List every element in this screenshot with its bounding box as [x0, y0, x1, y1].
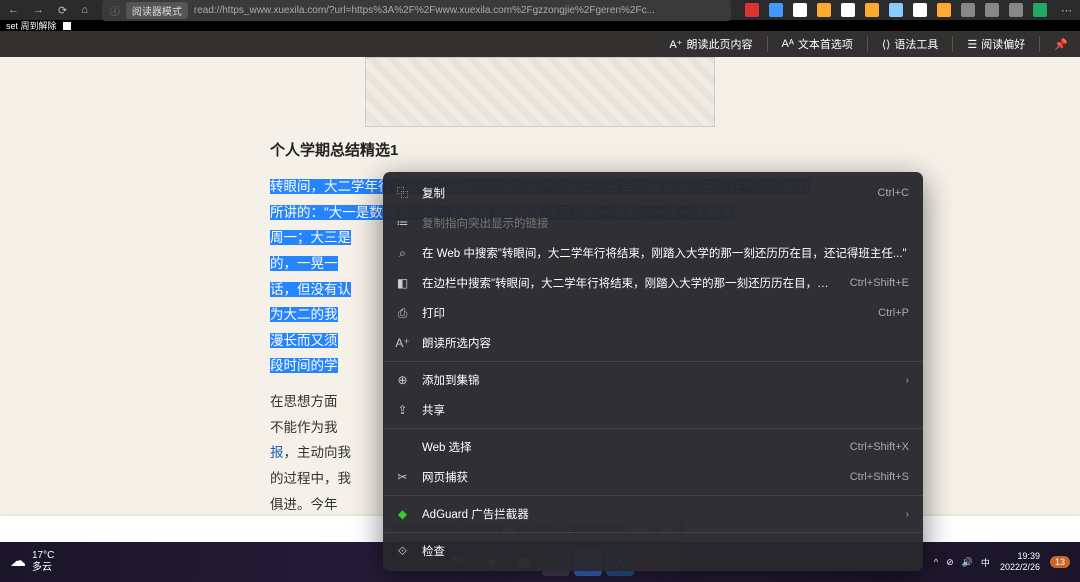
extension-icon[interactable]	[889, 3, 903, 17]
tray-icon[interactable]: ^	[934, 557, 938, 567]
forward-button[interactable]: →	[33, 4, 44, 16]
extension-icon[interactable]	[937, 3, 951, 17]
clock[interactable]: 19:392022/2/26	[1000, 551, 1040, 573]
context-menu-item: ≔复制指向突出显示的链接	[383, 208, 923, 238]
extension-icon[interactable]	[961, 3, 975, 17]
context-menu-item[interactable]: ⿻复制Ctrl+C	[383, 177, 923, 208]
cloud-icon: ☁	[10, 552, 26, 571]
reader-toolbar: A⁺朗读此页内容 Aᴬ文本首选项 ⟨⟩语法工具 ☰阅读偏好 📌	[0, 31, 1080, 57]
context-menu-item[interactable]: ◧在边栏中搜索"转眼间，大二学年行将结束，刚踏入大学的那一刻还历历在目，还记得班…	[383, 268, 923, 298]
extension-icon[interactable]	[745, 3, 759, 17]
reader-tool[interactable]: A⁺朗读此页内容	[669, 36, 752, 52]
article-heading: 个人学期总结精选1	[270, 139, 810, 160]
back-button[interactable]: ←	[8, 4, 19, 16]
browser-toolbar: ← → ⟳ ⌂ ⓘ 阅读器模式 read://https_www.xuexila…	[0, 0, 1080, 20]
context-menu-item[interactable]: ◆AdGuard 广告拦截器›	[383, 499, 923, 529]
pin-icon[interactable]: 📌	[1054, 38, 1068, 51]
menu-button[interactable]: ⋯	[1061, 4, 1072, 17]
context-menu-item[interactable]: ⎙打印Ctrl+P	[383, 298, 923, 328]
extension-icon[interactable]	[793, 3, 807, 17]
context-menu: ⿻复制Ctrl+C≔复制指向突出显示的链接⌕在 Web 中搜索"转眼间，大二学年…	[383, 172, 923, 571]
context-menu-item[interactable]: ⇪共享	[383, 395, 923, 425]
extension-icon[interactable]	[985, 3, 999, 17]
context-menu-item[interactable]: ✂网页捕获Ctrl+Shift+S	[383, 462, 923, 492]
context-menu-item[interactable]: ⟐检查	[383, 536, 923, 566]
refresh-button[interactable]: ⟳	[58, 4, 67, 17]
article-image	[365, 57, 715, 127]
extension-icon[interactable]	[817, 3, 831, 17]
context-menu-item[interactable]: ⊕添加到集锦›	[383, 365, 923, 395]
url-text: read://https_www.xuexila.com/?url=https%…	[194, 5, 655, 16]
extension-icon[interactable]	[1033, 3, 1047, 17]
notification-badge[interactable]: 13	[1050, 556, 1070, 568]
debug-strip: set 周到解除	[0, 20, 1080, 31]
tray-icon[interactable]: 中	[981, 556, 990, 569]
extension-icon[interactable]	[841, 3, 855, 17]
extension-icon[interactable]	[913, 3, 927, 17]
weather-widget[interactable]: ☁ 17°C多云	[10, 550, 54, 574]
reader-tool[interactable]: ☰阅读偏好	[967, 36, 1025, 52]
home-button[interactable]: ⌂	[81, 4, 88, 16]
extension-icon[interactable]	[1009, 3, 1023, 17]
address-bar[interactable]: ⓘ 阅读器模式 read://https_www.xuexila.com/?ur…	[102, 0, 731, 21]
context-menu-item[interactable]: Web 选择Ctrl+Shift+X	[383, 432, 923, 462]
context-menu-item[interactable]: A⁺朗读所选内容	[383, 328, 923, 358]
extension-icon[interactable]	[769, 3, 783, 17]
reader-tool[interactable]: ⟨⟩语法工具	[882, 36, 939, 52]
extension-icons	[745, 3, 1047, 17]
context-menu-item[interactable]: ⌕在 Web 中搜索"转眼间，大二学年行将结束，刚踏入大学的那一刻还历历在目，还…	[383, 238, 923, 268]
tray-icon[interactable]: 🔊	[962, 557, 973, 568]
reader-mode-badge: 阅读器模式	[126, 2, 188, 19]
article-link[interactable]: 报	[270, 445, 284, 460]
reader-tool[interactable]: Aᴬ文本首选项	[782, 36, 853, 52]
extension-icon[interactable]	[865, 3, 879, 17]
tray-icon[interactable]: ⊘	[946, 557, 954, 568]
